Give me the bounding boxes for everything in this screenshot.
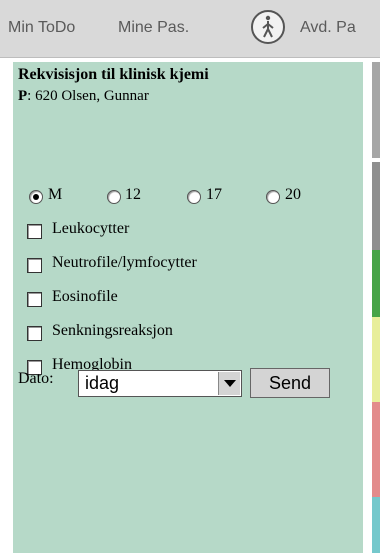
nav-min-todo[interactable]: Min ToDo bbox=[8, 19, 75, 37]
radio-label-m: M bbox=[48, 186, 63, 203]
nav-mine-pasienter[interactable]: Mine Pas. bbox=[118, 19, 189, 37]
label-eosinofile: Eosinofile bbox=[52, 288, 118, 305]
side-tab-2[interactable] bbox=[372, 162, 380, 250]
nav-avdeling-pasienter[interactable]: Avd. Pa bbox=[300, 19, 356, 37]
checkbox-senkningsreaksjon[interactable] bbox=[27, 326, 42, 341]
checkbox-eosinofile[interactable] bbox=[27, 292, 42, 307]
side-tab-3[interactable] bbox=[372, 250, 380, 317]
side-tab-4[interactable] bbox=[372, 317, 380, 402]
radio-label-12: 12 bbox=[125, 186, 141, 203]
patient-info: P: 620 Olsen, Gunnar bbox=[18, 88, 149, 105]
request-form-panel bbox=[13, 62, 363, 553]
date-select-value: idag bbox=[85, 373, 120, 393]
label-senkningsreaksjon: Senkningsreaksjon bbox=[52, 322, 173, 339]
side-tab-5[interactable] bbox=[372, 402, 380, 497]
label-neutrofile-lymfocytter: Neutrofile/lymfocytter bbox=[52, 254, 197, 271]
side-tab-strip bbox=[363, 62, 380, 553]
radio-label-20: 20 bbox=[285, 186, 301, 203]
label-leukocytter: Leukocytter bbox=[52, 220, 130, 237]
radio-time-20[interactable] bbox=[266, 190, 280, 204]
send-button[interactable]: Send bbox=[250, 368, 330, 398]
person-logo-icon[interactable] bbox=[251, 10, 285, 44]
radio-label-17: 17 bbox=[206, 186, 222, 203]
radio-time-12[interactable] bbox=[107, 190, 121, 204]
date-label: Dato: bbox=[18, 370, 54, 387]
radio-time-m[interactable] bbox=[29, 190, 43, 204]
radio-time-17[interactable] bbox=[187, 190, 201, 204]
side-tab-1[interactable] bbox=[372, 62, 380, 158]
checkbox-leukocytter[interactable] bbox=[27, 224, 42, 239]
chevron-down-icon[interactable] bbox=[218, 372, 240, 395]
form-title: Rekvisisjon til klinisk kjemi bbox=[18, 66, 209, 83]
side-tab-6[interactable] bbox=[372, 497, 380, 553]
patient-text: : 620 Olsen, Gunnar bbox=[27, 88, 149, 104]
patient-prefix: P bbox=[18, 88, 28, 104]
checkbox-neutrofile-lymfocytter[interactable] bbox=[27, 258, 42, 273]
date-select[interactable]: idag bbox=[78, 370, 242, 397]
top-navigation-bar: Min ToDo Mine Pas. Avd. Pa bbox=[0, 0, 380, 58]
